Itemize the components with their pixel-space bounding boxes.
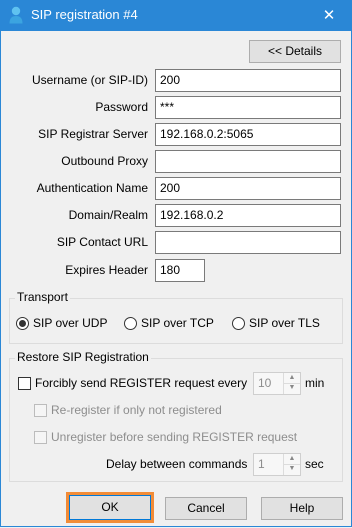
tcp-radio-label[interactable]: SIP over TCP	[141, 315, 214, 331]
delay-value: 1	[258, 457, 265, 471]
delay-spinner[interactable]: 1 ▲ ▼	[253, 453, 301, 476]
registrar-server-input[interactable]: 192.168.0.2:5065	[155, 123, 341, 146]
contact-url-label: SIP Contact URL	[56, 235, 148, 249]
contact-url-input[interactable]	[155, 231, 341, 254]
cancel-button[interactable]: Cancel	[165, 497, 247, 520]
title-bar[interactable]: SIP registration #4 ✕	[0, 0, 352, 31]
window-title: SIP registration #4	[31, 7, 138, 22]
authentication-name-input[interactable]: 200	[155, 177, 341, 200]
registrar-server-label: SIP Registrar Server	[38, 127, 148, 141]
username-input[interactable]: 200	[155, 69, 341, 92]
tcp-radio[interactable]	[124, 317, 137, 330]
user-icon	[9, 6, 23, 24]
outbound-proxy-label: Outbound Proxy	[61, 154, 148, 168]
restore-registration-title: Restore SIP Registration	[15, 350, 151, 365]
ok-button[interactable]: OK	[69, 495, 151, 520]
username-label: Username (or SIP-ID)	[31, 73, 148, 87]
spinner-buttons: ▲ ▼	[283, 373, 300, 394]
udp-radio-label[interactable]: SIP over UDP	[33, 315, 107, 331]
authentication-name-label: Authentication Name	[36, 181, 148, 195]
udp-radio[interactable]	[16, 317, 29, 330]
close-button[interactable]: ✕	[306, 0, 352, 31]
domain-realm-input[interactable]: 192.168.0.2	[155, 204, 341, 227]
reregister-checkbox[interactable]	[34, 404, 47, 417]
expires-header-input[interactable]: 180	[155, 259, 205, 282]
tls-radio-label[interactable]: SIP over TLS	[249, 315, 320, 331]
transport-group-title: Transport	[15, 290, 70, 305]
expires-header-label: Expires Header	[65, 263, 148, 277]
arrow-down-icon[interactable]: ▼	[284, 464, 300, 474]
outbound-proxy-input[interactable]	[155, 150, 341, 173]
help-button[interactable]: Help	[261, 497, 343, 520]
domain-realm-label: Domain/Realm	[68, 208, 148, 222]
reregister-label[interactable]: Re-register if only not registered	[51, 402, 222, 418]
register-interval-spinner[interactable]: 10 ▲ ▼	[253, 372, 301, 395]
register-interval-unit: min	[305, 376, 325, 390]
unregister-label[interactable]: Unregister before sending REGISTER reque…	[51, 429, 297, 445]
delay-label: Delay between commands	[106, 457, 248, 471]
unregister-checkbox[interactable]	[34, 431, 47, 444]
radio-selected-dot	[19, 320, 26, 327]
password-input[interactable]: ***	[155, 96, 341, 119]
close-icon: ✕	[322, 7, 336, 24]
spinner-buttons: ▲ ▼	[283, 454, 300, 475]
arrow-down-icon[interactable]: ▼	[284, 383, 300, 393]
forcibly-register-label[interactable]: Forcibly send REGISTER request every	[35, 375, 247, 391]
tls-radio[interactable]	[232, 317, 245, 330]
forcibly-register-checkbox[interactable]	[18, 377, 31, 390]
delay-unit: sec	[305, 457, 324, 471]
details-button[interactable]: << Details	[249, 40, 341, 63]
register-interval-value: 10	[258, 376, 272, 390]
password-label: Password	[95, 100, 148, 114]
